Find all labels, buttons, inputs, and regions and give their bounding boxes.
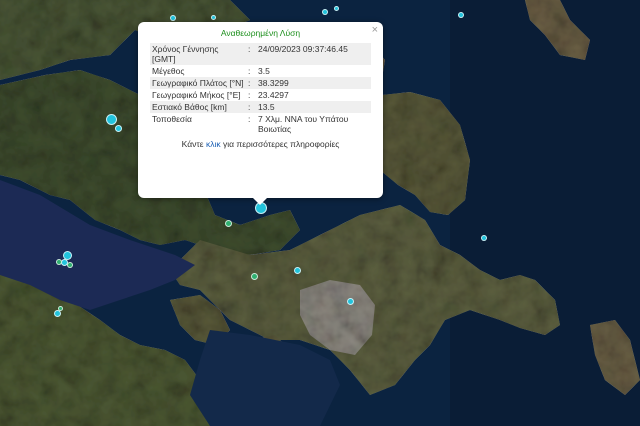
- more-prefix: Κάντε: [181, 139, 204, 149]
- row-label: Γεωγραφικό Πλάτος [°N]: [150, 77, 246, 89]
- popup-title: Αναθεωρημένη Λύση: [220, 28, 301, 38]
- earthquake-marker[interactable]: [250, 272, 258, 280]
- row-latitude: Γεωγραφικό Πλάτος [°N] : 38.3299: [150, 77, 371, 89]
- more-info-link[interactable]: κλικ: [206, 139, 221, 149]
- earthquake-marker[interactable]: [322, 9, 328, 15]
- info-table: Χρόνος Γέννησης [GMT] : 24/09/2023 09:37…: [150, 43, 371, 135]
- more-info-line: Κάντε κλικ για περισσότερες πληροφορίες: [150, 139, 371, 149]
- earthquake-marker[interactable]: [224, 219, 232, 227]
- row-value: 24/09/2023 09:37:46.45: [256, 43, 371, 65]
- row-location: Τοποθεσία : 7 Χλμ. ΝΝΑ του Υπάτου Βοιωτί…: [150, 113, 371, 135]
- earthquake-marker[interactable]: [53, 309, 61, 317]
- earthquake-marker[interactable]: [293, 266, 301, 274]
- row-sep: :: [246, 43, 256, 65]
- row-value: 38.3299: [256, 77, 371, 89]
- row-label: Χρόνος Γέννησης [GMT]: [150, 43, 246, 65]
- row-origin-time: Χρόνος Γέννησης [GMT] : 24/09/2023 09:37…: [150, 43, 371, 65]
- earthquake-marker[interactable]: [481, 235, 487, 241]
- more-suffix: για περισσότερες πληροφορίες: [222, 139, 340, 149]
- row-magnitude: Μέγεθος : 3.5: [150, 65, 371, 77]
- earthquake-marker[interactable]: [458, 12, 464, 18]
- earthquake-marker[interactable]: [114, 124, 122, 132]
- earthquake-marker[interactable]: [170, 15, 176, 21]
- earthquake-marker[interactable]: [105, 113, 117, 125]
- row-label: Γεωγραφικό Μήκος [°E]: [152, 90, 241, 100]
- row-sep: :: [248, 114, 251, 124]
- close-icon[interactable]: ×: [372, 24, 378, 36]
- row-label: Μέγεθος: [152, 66, 185, 76]
- row-sep: :: [246, 77, 256, 89]
- earthquake-marker[interactable]: [333, 5, 339, 11]
- row-value: 23.4297: [258, 90, 289, 100]
- earthquake-marker[interactable]: [67, 262, 73, 268]
- earthquake-marker[interactable]: [210, 14, 216, 20]
- earthquake-info-popup: × Αναθεωρημένη Λύση Χρόνος Γέννησης [GMT…: [138, 22, 383, 205]
- row-sep: :: [246, 101, 256, 113]
- row-depth: Εστιακό Βάθος [km] : 13.5: [150, 101, 371, 113]
- row-longitude: Γεωγραφικό Μήκος [°E] : 23.4297: [150, 89, 371, 101]
- row-sep: :: [248, 66, 251, 76]
- row-value: 13.5: [256, 101, 371, 113]
- row-label: Τοποθεσία: [152, 114, 192, 124]
- earthquake-marker[interactable]: [346, 297, 354, 305]
- row-value: 3.5: [258, 66, 270, 76]
- row-value: 7 Χλμ. ΝΝΑ του Υπάτου Βοιωτίας: [258, 114, 349, 134]
- row-label: Εστιακό Βάθος [km]: [150, 101, 246, 113]
- earthquake-marker[interactable]: [56, 259, 62, 265]
- earthquake-marker[interactable]: [57, 305, 63, 311]
- row-sep: :: [248, 90, 251, 100]
